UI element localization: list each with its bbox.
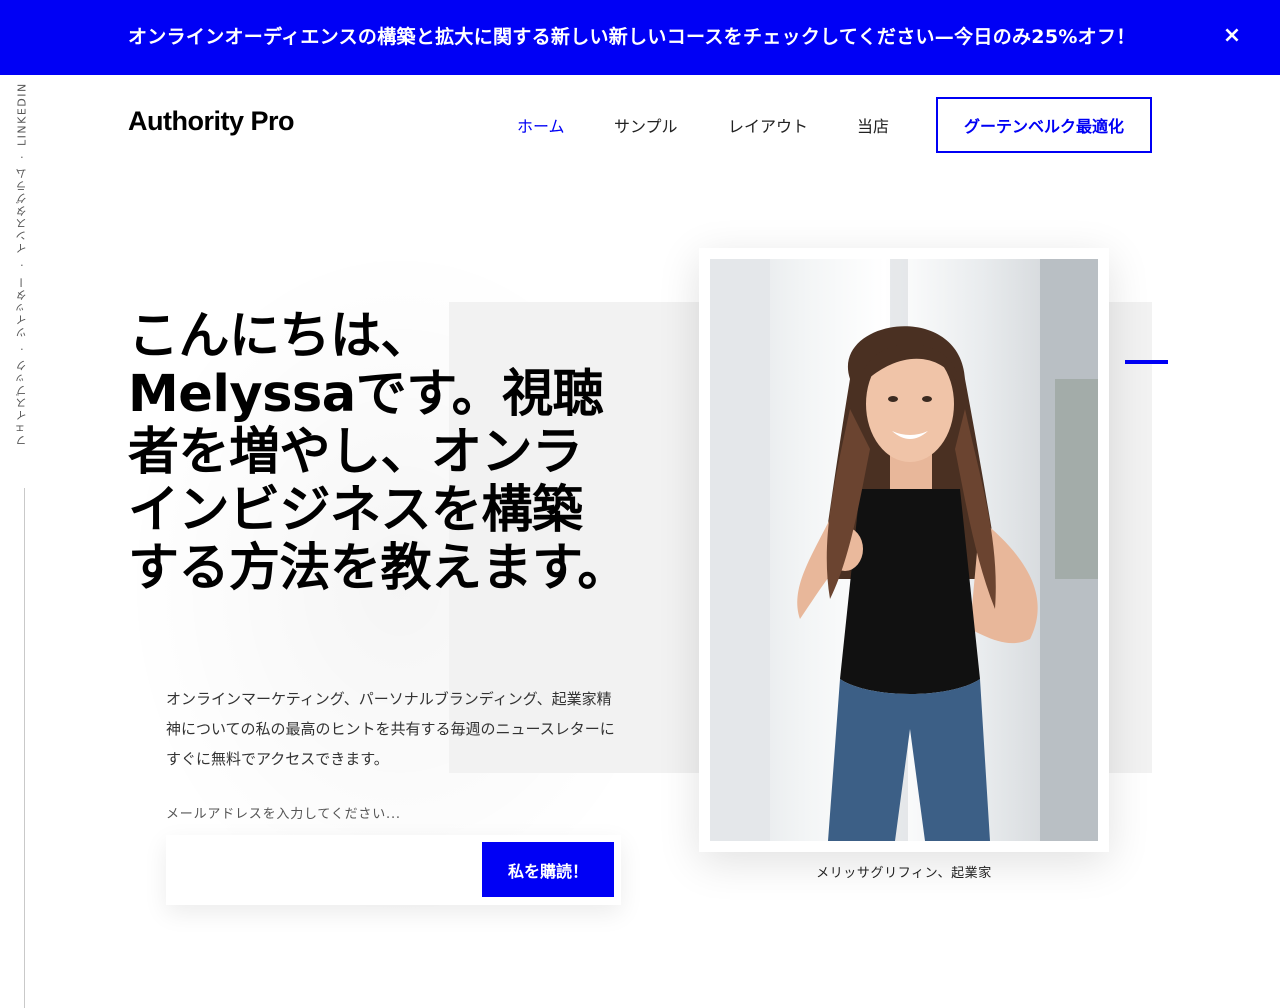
portrait-frame (699, 248, 1109, 852)
nav-item-home[interactable]: ホーム (517, 113, 565, 137)
social-links: フェイスブック · ツイッター · インスタグラム · LINKEDIN (14, 82, 36, 1008)
social-separator: · (15, 345, 29, 351)
social-separator: · (15, 262, 29, 268)
nav-item-samples[interactable]: サンプル (614, 113, 678, 137)
accent-dash (1125, 360, 1168, 364)
portrait-caption: メリッサグリフィン、起業家 (816, 866, 992, 881)
subscribe-button[interactable]: 私を購読！ (482, 842, 614, 897)
social-separator: · (15, 153, 29, 159)
social-divider-line (24, 488, 25, 1008)
social-link-instagram[interactable]: インスタグラム (14, 167, 30, 255)
nav-item-shop[interactable]: 当店 (857, 113, 889, 137)
portrait-photo (710, 259, 1098, 841)
hero-intro-text: オンラインマーケティング、パーソナルブランディング、起業家精神についての私の最高… (166, 690, 615, 768)
announcement-text[interactable]: オンラインオーディエンスの構築と拡大に関する新しい新しいコースをチェックしてくだ… (128, 22, 1136, 49)
email-field[interactable] (166, 835, 476, 905)
subscribe-form: 私を購読！ (166, 835, 621, 905)
site-logo[interactable]: Authority Pro (128, 106, 295, 137)
gutenberg-cta-button[interactable]: グーテンベルク最適化 (936, 97, 1152, 153)
portrait-illustration (710, 259, 1098, 841)
hero-headline: こんにちは、Melyssaです。視聴者を増やし、オンラインビジネスを構築する方法… (128, 307, 628, 598)
email-field-label: メールアドレスを入力してください... (166, 807, 401, 822)
social-link-facebook[interactable]: フェイスブック (14, 359, 30, 447)
nav-item-layouts[interactable]: レイアウト (728, 113, 808, 137)
close-icon[interactable]: × (1219, 23, 1245, 49)
announcement-bar: オンラインオーディエンスの構築と拡大に関する新しい新しいコースをチェックしてくだ… (0, 0, 1280, 75)
social-link-twitter[interactable]: ツイッター (14, 275, 30, 338)
social-link-linkedin[interactable]: LINKEDIN (16, 82, 29, 146)
